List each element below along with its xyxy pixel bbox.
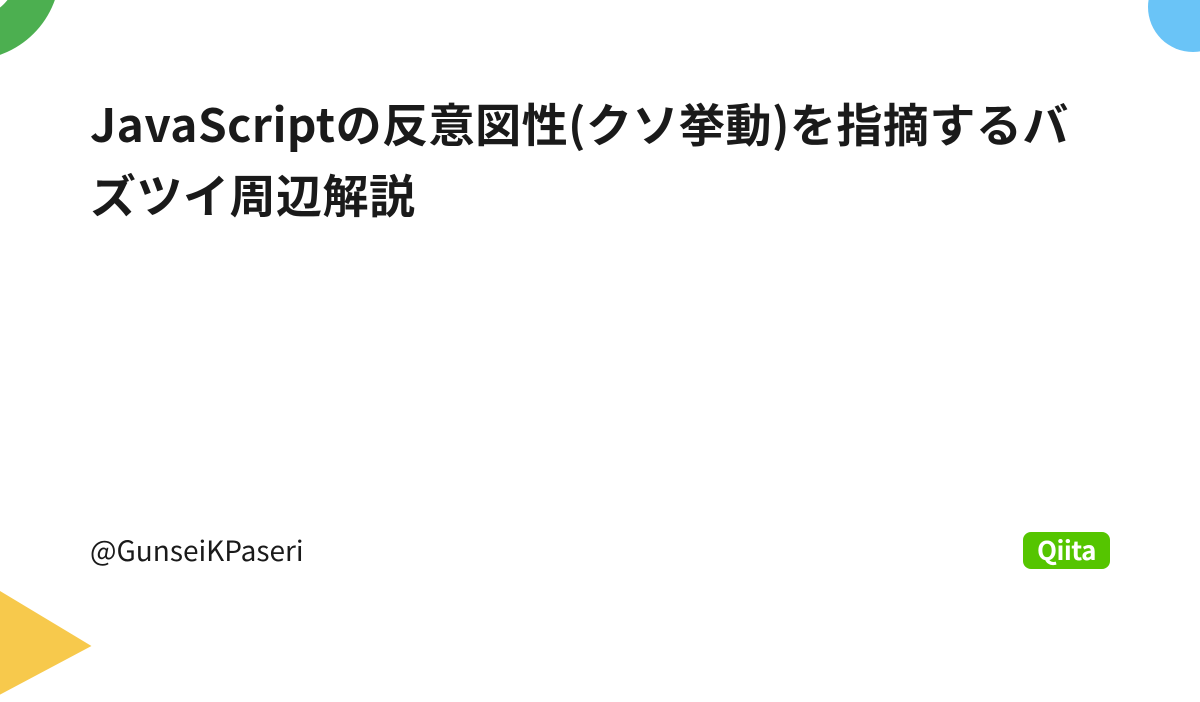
decoration-circle-top-right [1148,0,1200,52]
qiita-logo: Qiita [1023,532,1110,569]
footer: @GunseiKPaseri Qiita [90,530,1110,570]
content-area: JavaScriptの反意図性(クソ挙動)を指摘するバズツイ周辺解説 [90,88,1110,231]
article-title: JavaScriptの反意図性(クソ挙動)を指摘するバズツイ周辺解説 [90,88,1110,231]
author-handle: @GunseiKPaseri [90,530,304,570]
decoration-ring-top-left [0,0,60,60]
